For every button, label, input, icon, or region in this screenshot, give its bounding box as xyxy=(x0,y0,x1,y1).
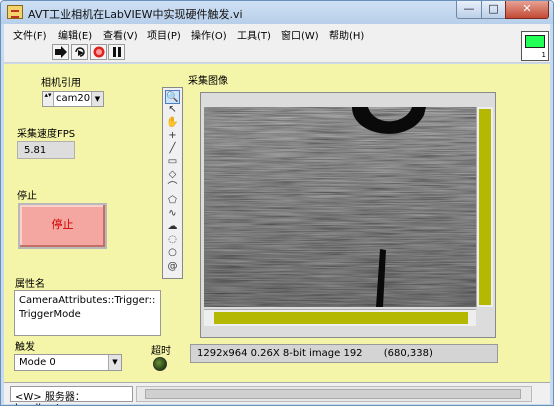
menu-tools[interactable]: 工具(T) xyxy=(237,27,271,42)
pointer-icon[interactable]: ↖ xyxy=(165,103,180,117)
trigger-label: 触发 xyxy=(15,342,35,353)
camera-selector[interactable]: ▴▾ cam20 ▼ xyxy=(42,91,104,107)
zoom-icon[interactable]: 🔍 xyxy=(165,90,180,104)
fps-indicator: 5.81 xyxy=(17,141,75,159)
vi-file-icon xyxy=(7,5,23,19)
stop-button[interactable]: 停止 xyxy=(18,203,107,249)
labview-window: AVT工业相机在LabVIEW中实现硬件触发.vi — □ ✕ 文件(F) 编辑… xyxy=(0,0,554,406)
vi-connector-icon[interactable]: 1 xyxy=(521,31,549,61)
spiral-icon[interactable]: @ xyxy=(165,260,180,274)
vi-screen-icon xyxy=(525,35,545,48)
window-title: AVT工业相机在LabVIEW中实现硬件触发.vi xyxy=(28,8,243,21)
timeout-led-indicator xyxy=(153,357,167,371)
image-info-text: 1292x964 0.26X 8-bit image 192 xyxy=(197,348,363,359)
chevron-down-icon[interactable]: ▼ xyxy=(91,92,103,106)
vi-icon-number: 1 xyxy=(541,51,546,59)
image-horizontal-scrollbar[interactable] xyxy=(204,309,476,326)
chevron-down-icon[interactable]: ▼ xyxy=(108,355,121,370)
vertical-scroll-thumb[interactable] xyxy=(479,109,491,305)
point-icon[interactable]: + xyxy=(165,129,180,143)
panel-scroll-thumb[interactable] xyxy=(145,389,521,399)
front-panel: 相机引用 ▴▾ cam20 ▼ 采集速度FPS 5.81 停止 停止 属性名 C… xyxy=(4,64,550,382)
polygon-icon[interactable]: ⬠ xyxy=(165,194,180,208)
camera-label: 相机引用 xyxy=(41,78,81,89)
toolbar xyxy=(4,42,550,63)
panel-horizontal-scrollbar[interactable] xyxy=(136,386,532,402)
menu-operate[interactable]: 操作(O) xyxy=(191,27,227,42)
cursor-coordinates: (680,338) xyxy=(383,348,433,359)
status-bar: <W> 服务器：localhost xyxy=(4,382,550,405)
image-tools-palette: 🔍 ↖ ✋ + ╱ ▭ ◇ ⌒ ⬠ ∿ ☁ ◌ ○ @ xyxy=(162,87,183,279)
title-bar: AVT工业相机在LabVIEW中实现硬件触发.vi — □ ✕ xyxy=(1,1,553,24)
pause-icon[interactable] xyxy=(108,44,125,60)
trigger-mode-select[interactable]: Mode 0 ▼ xyxy=(14,354,122,371)
menu-project[interactable]: 项目(P) xyxy=(147,27,181,42)
application-instance[interactable]: <W> 服务器：localhost xyxy=(10,386,133,405)
camera-image-content xyxy=(204,107,476,307)
close-icon[interactable]: ✕ xyxy=(505,1,549,19)
line-icon[interactable]: ╱ xyxy=(165,142,180,156)
menu-view[interactable]: 查看(V) xyxy=(103,27,138,42)
freehand-region-icon[interactable]: ☁ xyxy=(165,220,180,234)
pan-icon[interactable]: ✋ xyxy=(165,116,180,130)
rotated-rect-icon[interactable]: ◇ xyxy=(165,168,180,182)
fps-label: 采集速度FPS xyxy=(17,129,76,140)
image-info-bar: 1292x964 0.26X 8-bit image 192 (680,338) xyxy=(190,344,498,363)
attributes-label: 属性名 xyxy=(15,279,45,290)
annulus-icon[interactable]: ◌ xyxy=(165,233,180,247)
oval-icon[interactable]: ○ xyxy=(165,246,180,260)
horizontal-scroll-thumb[interactable] xyxy=(214,312,468,324)
image-display xyxy=(200,92,496,338)
image-label: 采集图像 xyxy=(188,76,228,87)
menu-bar: 文件(F) 编辑(E) 查看(V) 项目(P) 操作(O) 工具(T) 窗口(W… xyxy=(4,24,550,42)
attribute-name-field[interactable]: CameraAttributes::Trigger::TriggerMode xyxy=(14,290,161,336)
camera-image[interactable] xyxy=(204,107,476,307)
menu-file[interactable]: 文件(F) xyxy=(13,27,47,42)
freehand-line-icon[interactable]: ∿ xyxy=(165,207,180,221)
maximize-icon[interactable]: □ xyxy=(481,1,506,19)
menu-help[interactable]: 帮助(H) xyxy=(329,27,364,42)
abort-icon[interactable] xyxy=(90,44,107,60)
minimize-icon[interactable]: — xyxy=(456,1,482,19)
increment-arrows-icon[interactable]: ▴▾ xyxy=(43,92,54,106)
trigger-mode-value: Mode 0 xyxy=(19,357,56,368)
stop-label: 停止 xyxy=(17,191,37,202)
rectangle-icon[interactable]: ▭ xyxy=(165,155,180,169)
camera-value: cam20 xyxy=(56,93,91,104)
run-arrow-icon[interactable] xyxy=(52,44,69,60)
image-vertical-scrollbar[interactable] xyxy=(476,107,493,307)
run-continuously-icon[interactable] xyxy=(71,44,88,60)
polyline-icon[interactable]: ⌒ xyxy=(165,181,180,195)
menu-edit[interactable]: 编辑(E) xyxy=(58,27,92,42)
menu-window[interactable]: 窗口(W) xyxy=(281,27,319,42)
timeout-label: 超时 xyxy=(151,346,171,357)
